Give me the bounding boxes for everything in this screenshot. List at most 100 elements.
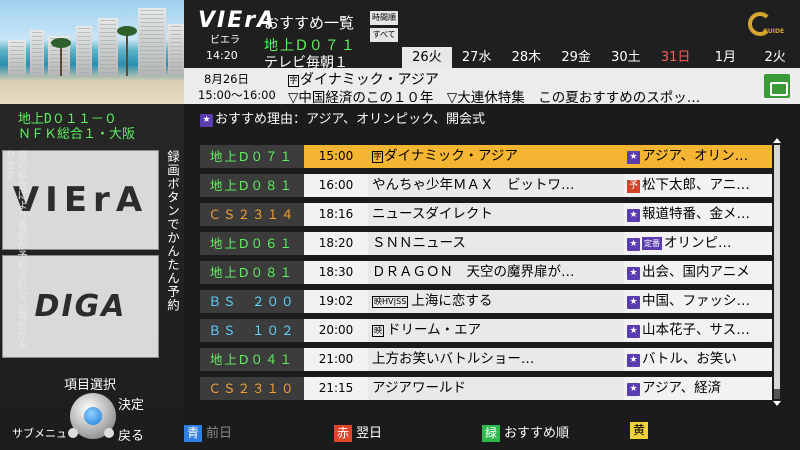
star-icon: ★ <box>627 383 640 396</box>
star-icon: ★ <box>627 238 640 251</box>
program-row[interactable]: ＢＳ １０２ 20:00 映ドリーム・エア ★ 山本花子、サス… <box>200 319 772 342</box>
date-tab[interactable]: 28木 <box>502 47 552 68</box>
submenu-button-icon[interactable] <box>68 428 78 438</box>
prev-day-button[interactable]: 青前日 <box>184 422 232 442</box>
date-tabs: 26火 27水 28木 29金 30土 31日 1月 2火 <box>402 47 800 68</box>
scroll-up-icon[interactable] <box>773 138 781 143</box>
reserved-icon: 予 <box>627 180 640 193</box>
date-tab[interactable]: 30土 <box>601 47 651 68</box>
star-icon: ★ <box>200 114 213 127</box>
gguide-icon: GUIDE <box>748 12 786 38</box>
ok-button-icon[interactable] <box>84 407 102 425</box>
row-time: 19:02 <box>304 290 368 313</box>
video-icon: 映 <box>372 325 384 337</box>
row-reason: ★ アジア、経済 <box>624 377 772 400</box>
row-reason: 予松下太郎、アニ… <box>624 174 772 197</box>
row-channel: ＣＳ２３１０ <box>200 377 304 400</box>
row-reason: ★ 山本花子、サス… <box>624 319 772 342</box>
row-title: アジアワールド <box>372 380 466 396</box>
sort-time-order[interactable]: 時間順 <box>370 11 398 25</box>
date-tab[interactable]: 27水 <box>452 47 502 68</box>
row-time: 21:00 <box>304 348 368 371</box>
star-icon: ★ <box>627 325 640 338</box>
program-row[interactable]: 地上D０８１ 16:00 やんちゃ少年ＭＡＸ ビットワ… 予松下太郎、アニ… <box>200 174 772 197</box>
scroll-down-icon[interactable] <box>773 401 781 406</box>
row-channel: ＢＳ ２００ <box>200 290 304 313</box>
recommend-order-button[interactable]: 緑おすすめ順 <box>482 422 569 442</box>
row-channel: 地上D０８１ <box>200 174 304 197</box>
row-time: 18:20 <box>304 232 368 255</box>
row-title: ＳＮＮニュース <box>372 235 466 251</box>
record-hint: 録画ボタンでかんたん予約 <box>165 150 180 312</box>
clock: 14:20 <box>206 49 238 62</box>
star-icon: ★ <box>627 296 640 309</box>
nav-back-label: 戻る <box>118 429 145 444</box>
row-channel: 地上D０６１ <box>200 232 304 255</box>
program-row[interactable]: ＢＳ ２００ 19:02 映HV|SS 上海に恋する ★ 中国、ファッシ… <box>200 290 772 313</box>
row-reason: ★ 報道特番、金メ… <box>624 203 772 226</box>
star-icon: ★ <box>627 209 640 222</box>
program-info-bar: 8月26日 15:00～16:00 字ダイナミック・アジア ▽中国経済のこの１０… <box>184 68 800 106</box>
program-row[interactable]: ＣＳ２３１０ 21:15 アジアワールド ★ アジア、経済 <box>200 377 772 400</box>
row-time: 15:00 <box>304 145 368 168</box>
row-title: 字ダイナミック・アジア <box>372 148 518 164</box>
row-reason: ★ 中国、ファッシ… <box>624 290 772 313</box>
left-panel: 地上D０１１－０ ＮＦＫ総合１・大阪 VIErA DIGA 局の都合により番組が… <box>0 0 184 450</box>
back-button-icon[interactable] <box>104 428 114 438</box>
info-date: 8月26日 <box>204 72 249 86</box>
next-day-button[interactable]: 赤翌日 <box>334 422 382 442</box>
row-time: 18:30 <box>304 261 368 284</box>
row-time: 21:15 <box>304 377 368 400</box>
program-row[interactable]: 地上D０８１ 18:30 ＤＲＡＧＯＮ 天空の魔界扉が… ★ 出会、国内アニメ <box>200 261 772 284</box>
teiban-badge: 定番 <box>642 237 662 250</box>
camera-icon[interactable] <box>764 74 790 98</box>
row-time: 18:16 <box>304 203 368 226</box>
row-channel: 地上D０４１ <box>200 348 304 371</box>
row-time: 16:00 <box>304 174 368 197</box>
row-time: 20:00 <box>304 319 368 342</box>
program-row[interactable]: 地上D０４１ 21:00 上方お笑いバトルショー… ★ バトル、お笑い <box>200 348 772 371</box>
scrollbar[interactable] <box>774 145 780 399</box>
row-reason: ★ 定番 オリンピ… <box>624 232 772 255</box>
nav-select-label: 項目選択 <box>64 378 117 393</box>
scroll-thumb[interactable] <box>774 145 780 389</box>
date-tab[interactable]: 31日 <box>651 47 701 68</box>
row-reason: ★ 出会、国内アニメ <box>624 261 772 284</box>
program-row[interactable]: 地上D０６１ 18:20 ＳＮＮニュース ★ 定番 オリンピ… <box>200 232 772 255</box>
diga-logo: DIGA <box>34 289 127 324</box>
nav-decide-label: 決定 <box>118 398 145 413</box>
recording-note: 局の都合により番組が予約されない場合があります <box>3 150 26 350</box>
row-title: ＤＲＡＧＯＮ 天空の魔界扉が… <box>372 264 575 280</box>
program-row[interactable]: ＣＳ２３１４ 18:16 ニュースダイレクト ★ 報道特番、金メ… <box>200 203 772 226</box>
footer: 青前日 赤翌日 緑おすすめ順 黄 <box>184 416 800 450</box>
viera-logo: VIErA <box>12 180 149 220</box>
info-time: 15:00～16:00 <box>198 88 276 102</box>
row-reason: ★ バトル、お笑い <box>624 348 772 371</box>
row-channel: 地上D０７１ <box>200 145 304 168</box>
program-list: 地上D０７１ 15:00 字ダイナミック・アジア ★ アジア、オリン… 地上D０８１ 16:… <box>200 145 772 400</box>
date-tab[interactable]: 1月 <box>701 47 751 68</box>
row-channel: ＣＳ２３１４ <box>200 203 304 226</box>
header: VIErA ビエラ 14:20 おすすめ一覧 時間順 すべて 地上D０７１ テレ… <box>184 0 800 71</box>
row-channel: 地上D０８１ <box>200 261 304 284</box>
yellow-button[interactable]: 黄 <box>630 422 652 439</box>
date-tab[interactable]: 29金 <box>551 47 601 68</box>
hv-icon: 映HV|SS <box>372 296 409 308</box>
date-tab[interactable]: 2火 <box>750 47 800 68</box>
tv-preview <box>0 0 184 104</box>
star-icon: ★ <box>627 151 640 164</box>
row-title: 映HV|SS 上海に恋する <box>372 293 493 309</box>
row-title: やんちゃ少年ＭＡＸ ビットワ… <box>372 177 575 193</box>
row-channel: ＢＳ １０２ <box>200 319 304 342</box>
star-icon: ★ <box>627 267 640 280</box>
row-title: 映ドリーム・エア <box>372 322 482 338</box>
program-row[interactable]: 地上D０７１ 15:00 字ダイナミック・アジア ★ アジア、オリン… <box>200 145 772 168</box>
filter-all[interactable]: すべて <box>370 28 398 42</box>
row-title: ニュースダイレクト <box>372 206 493 222</box>
brand-sub: ビエラ <box>210 35 240 46</box>
row-title: 上方お笑いバトルショー… <box>372 351 535 367</box>
info-description: ▽中国経済のこの１０年 ▽大連休特集 この夏おすすめのスポッ… <box>288 90 701 106</box>
row-reason: ★ アジア、オリン… <box>624 145 772 168</box>
recommend-reason: ★ おすすめ理由：アジア、オリンピック、開会式 <box>200 108 485 127</box>
date-tab[interactable]: 26火 <box>402 47 452 68</box>
